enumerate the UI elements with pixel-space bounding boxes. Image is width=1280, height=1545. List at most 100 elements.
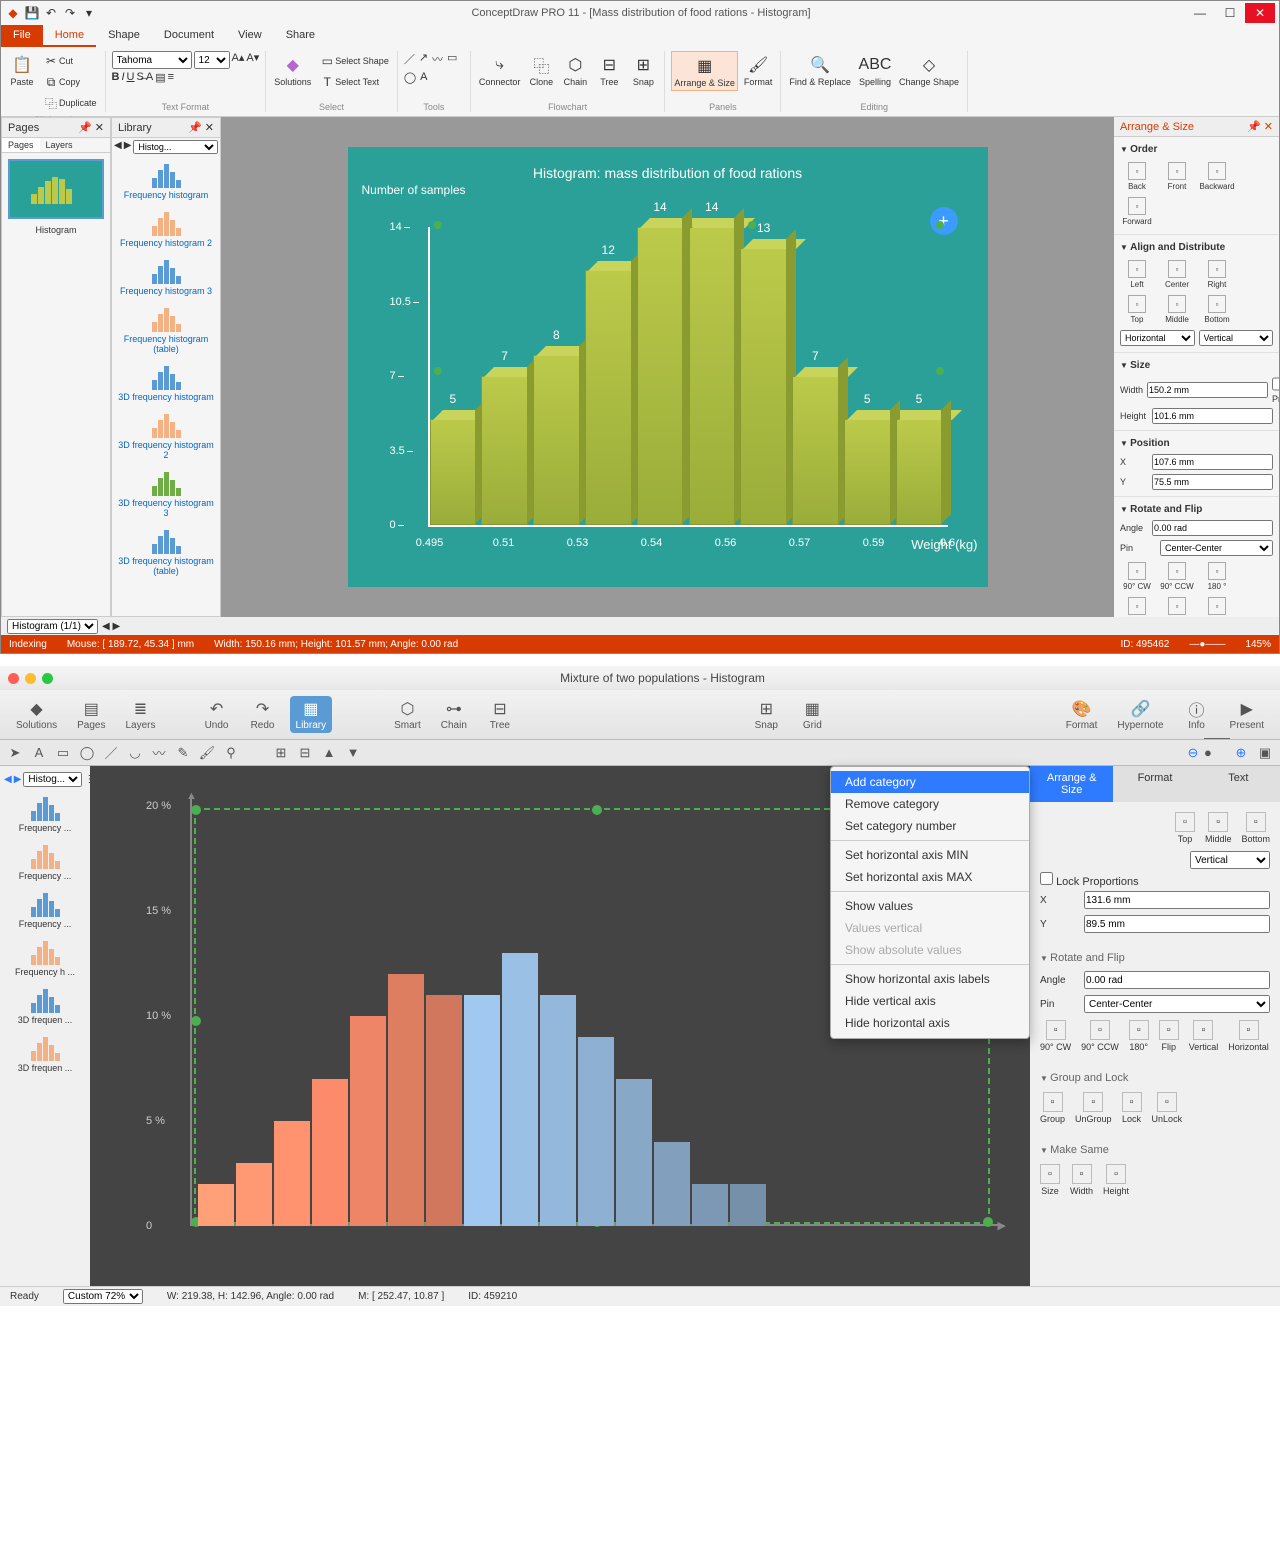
nav-fwd-icon[interactable]: ▶ [124,140,132,154]
pin-icon[interactable]: 📌 ✕ [78,121,104,134]
y-input[interactable] [1084,915,1270,933]
library-item[interactable]: 3D frequency histogram 3 [112,464,220,522]
lock-proportions-checkbox[interactable] [1272,376,1279,392]
middle-button[interactable]: ▫Middle [1205,812,1232,844]
minimize-icon[interactable] [25,673,36,684]
snap-button[interactable]: ⊞Snap [747,696,785,733]
tab-arrange-size[interactable]: Arrange & Size [1030,766,1113,802]
group-button[interactable]: ▫Group [1040,1092,1065,1124]
zoom-icon[interactable] [42,673,53,684]
increase-font-icon[interactable]: A▴ [232,51,245,69]
zoom-slider[interactable]: —●—— [1189,639,1225,650]
line-tool-icon[interactable]: ／ [102,744,120,762]
page-select[interactable]: Histogram (1/1) [7,619,98,634]
distribute-select[interactable]: Vertical [1190,851,1270,869]
maximize-icon[interactable]: ☐ [1215,3,1245,23]
pointer-tool-icon[interactable]: ➤ [6,744,24,762]
snap-button[interactable]: ⊞Snap [628,51,658,89]
text-tool-icon[interactable]: A [420,71,427,83]
horizontal-button[interactable]: ▫Horizontal [1228,1020,1269,1052]
library-item[interactable]: Frequency ... [0,837,90,885]
nav-back-icon[interactable]: ◀ [114,140,122,154]
histogram-bar[interactable] [540,995,576,1226]
library-item[interactable]: 3D frequency histogram 2 [112,406,220,464]
tab-share[interactable]: Share [274,25,327,47]
grid-button[interactable]: ▦Grid [793,696,831,733]
selection-handle[interactable] [936,367,944,375]
library-dropdown[interactable]: Histog... [133,140,218,154]
align-icon[interactable]: ≡ [168,71,174,84]
selection-handle[interactable] [434,221,442,229]
left-button[interactable]: ▫Left [1120,260,1154,289]
histogram-bar[interactable]: 5 [844,419,891,525]
top-button[interactable]: ▫Top [1175,812,1195,844]
x-input[interactable] [1084,891,1270,909]
tab-text[interactable]: Text [1197,766,1280,802]
font-color-icon[interactable]: A [146,71,153,84]
y-input[interactable] [1152,474,1273,490]
ellipse-tool-icon[interactable]: ◯ [404,71,416,84]
arrange-size-button[interactable]: ▦Arrange & Size [671,51,738,91]
layers-subtab[interactable]: Layers [40,138,79,152]
histogram-bar[interactable]: 12 [585,270,632,525]
front-tool-icon[interactable]: ▲ [320,744,338,762]
page-thumbnail[interactable] [8,159,104,219]
nav-fwd-icon[interactable]: ▶ [14,774,22,785]
undo-icon[interactable]: ↶ [43,5,59,21]
histogram-bar[interactable] [616,1079,652,1226]
redo-icon[interactable]: ↷ [62,5,78,21]
angle-input[interactable] [1152,520,1273,536]
front-button[interactable]: ▫Front [1160,162,1194,191]
mac-canvas[interactable]: ▲▶ 05 %10 %15 %20 % Add categoryRemove c… [90,766,1030,1286]
nav-back-icon[interactable]: ◀ [4,774,12,785]
underline-icon[interactable]: U [127,71,135,84]
spelling-button[interactable]: ABCSpelling [857,51,893,89]
add-button[interactable]: + [930,207,958,235]
flip-button[interactable]: ▫Flip [1120,597,1154,617]
bottom-button[interactable]: ▫Bottom [1241,812,1270,844]
90-ccw-button[interactable]: ▫90° CCW [1160,562,1194,591]
histogram-bar[interactable] [654,1142,690,1226]
back-button[interactable]: ▫Back [1120,162,1154,191]
angle-input[interactable] [1084,971,1270,989]
histogram-bar[interactable] [464,995,500,1226]
histogram-bar[interactable] [350,1016,386,1226]
text-tool-icon[interactable]: A [30,744,48,762]
chain-button[interactable]: ⊶Chain [435,696,473,733]
canvas[interactable]: Histogram: mass distribution of food rat… [221,117,1114,617]
eyedrop-tool-icon[interactable]: ⚲ [222,744,240,762]
font-size-select[interactable]: 12 [194,51,230,69]
paste-button[interactable]: 📋Paste [7,51,37,89]
library-item[interactable]: Frequency histogram [112,156,220,204]
library-item[interactable]: 3D frequency histogram (table) [112,522,220,580]
lock-proportions-checkbox[interactable] [1040,872,1053,885]
distribute-v[interactable]: Vertical [1199,330,1274,346]
redo-button[interactable]: ↷Redo [244,696,282,733]
undo-button[interactable]: ↶Undo [198,696,236,733]
group-tool-icon[interactable]: ⊞ [272,744,290,762]
library-item[interactable]: Frequency ... [0,885,90,933]
format-button[interactable]: 🖌Format [742,51,775,89]
menu-add-category[interactable]: Add category [831,771,1029,793]
zoom-fit-icon[interactable]: ▣ [1256,744,1274,762]
histogram-bar[interactable]: 13 [740,248,787,525]
histogram-bar[interactable] [274,1121,310,1226]
90-ccw-button[interactable]: ▫90° CCW [1081,1020,1119,1052]
tree-button[interactable]: ⊟Tree [481,696,519,733]
smart-button[interactable]: ⬡Smart [388,696,427,733]
duplicate-button[interactable]: ⿻Duplicate [41,93,99,113]
histogram-bar[interactable] [502,953,538,1226]
selection-handle[interactable] [434,367,442,375]
menu-show-values[interactable]: Show values [831,895,1029,917]
brush-tool-icon[interactable]: 🖌 [198,744,216,762]
curve-tool-icon[interactable]: 〰 [432,51,443,67]
find-replace-button[interactable]: 🔍Find & Replace [787,51,853,89]
arc-tool-icon[interactable]: ◡ [126,744,144,762]
width-input[interactable] [1147,382,1268,398]
spline-tool-icon[interactable]: 〰 [150,744,168,762]
copy-button[interactable]: ⧉Copy [41,72,99,92]
tab-document[interactable]: Document [152,25,226,47]
histogram-bar[interactable]: 14 [637,227,684,525]
zoom-slider[interactable]: ——●—— [1208,744,1226,762]
clone-button[interactable]: ⿻Clone [526,51,556,89]
